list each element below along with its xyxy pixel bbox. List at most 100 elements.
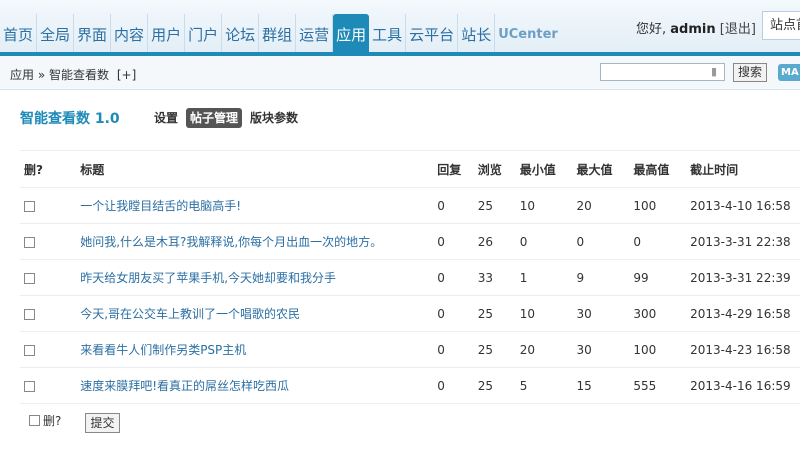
cell-views: 25: [473, 331, 516, 368]
row-delete-checkbox[interactable]: [24, 380, 35, 392]
cell-deadline: 2013-4-29 16:58: [686, 295, 800, 332]
cell-max: 20: [572, 187, 630, 224]
cell-min: 20: [515, 331, 573, 368]
post-title-link[interactable]: 昨天给女朋友买了苹果手机,今天她却要和我分手: [80, 271, 336, 285]
nav-item-7[interactable]: 群组: [259, 14, 297, 52]
cell-max: 30: [572, 331, 630, 368]
nav-item-9[interactable]: 应用: [333, 14, 370, 52]
cell-deadline: 2013-4-16 16:59: [686, 367, 800, 404]
post-title-link[interactable]: 来看看牛人们制作另类PSP主机: [80, 343, 246, 357]
row-delete-checkbox[interactable]: [24, 272, 35, 284]
breadcrumb-root[interactable]: 应用: [10, 68, 34, 82]
tab-0[interactable]: 设置: [150, 108, 182, 128]
row-delete-checkbox[interactable]: [24, 344, 35, 356]
nav-item-11[interactable]: 云平台: [406, 14, 459, 52]
cell-peak: 300: [629, 295, 687, 332]
column-header: 截止时间: [686, 150, 800, 188]
nav-item-12[interactable]: 站长: [458, 14, 496, 52]
cell-peak: 99: [629, 259, 687, 296]
nav-item-5[interactable]: 门户: [185, 14, 223, 52]
cell-peak: 0: [629, 223, 687, 260]
cell-replies: 0: [433, 331, 474, 368]
username: admin: [670, 22, 716, 37]
map-button[interactable]: MA: [778, 64, 800, 81]
row-select-cell: [20, 367, 77, 404]
title-cell: 她问我,什么是木耳?我解释说,你每个月出血一次的地方。: [76, 223, 434, 260]
cell-views: 25: [473, 187, 516, 224]
row-delete-checkbox[interactable]: [24, 236, 35, 248]
table-row: 速度来膜拜吧!看真正的屌丝怎样吃西瓜 0 25 5 15 555 2013-4-16 16:…: [20, 367, 800, 404]
cell-peak: 100: [629, 187, 687, 224]
table-row: 来看看牛人们制作另类PSP主机 0 25 20 30 100 2013-4-23 16:58: [20, 331, 800, 368]
nav-item-2[interactable]: 界面: [74, 14, 112, 52]
cell-min: 10: [515, 187, 573, 224]
cell-views: 26: [473, 223, 516, 260]
nav-item-0[interactable]: 首页: [0, 14, 38, 52]
cell-max: 0: [572, 223, 630, 260]
nav-item-1[interactable]: 全局: [37, 14, 75, 52]
cell-min: 5: [515, 367, 573, 404]
post-title-link[interactable]: 她问我,什么是木耳?我解释说,你每个月出血一次的地方。: [80, 235, 382, 249]
search-button[interactable]: 搜索: [733, 63, 767, 82]
submit-button[interactable]: 提交: [85, 413, 120, 433]
search-input[interactable]: ▮: [600, 63, 725, 81]
table-header-row: 删? 标题 回复 浏览 最小值 最大值 最高值 截止时间: [20, 150, 800, 188]
posts-table: 删? 标题 回复 浏览 最小值 最大值 最高值 截止时间 一个让我瞠目结舌的电脑高手! 0 25 1…: [20, 150, 800, 404]
table-footer: 删?: [29, 412, 61, 429]
breadcrumb-current: 智能查看数: [49, 68, 110, 82]
nav-item-10[interactable]: 工具: [369, 14, 407, 52]
cell-replies: 0: [433, 367, 474, 404]
row-delete-checkbox[interactable]: [24, 308, 35, 320]
nav-item-3[interactable]: 内容: [111, 14, 149, 52]
row-select-cell: [20, 187, 77, 224]
greeting-text: 您好,: [636, 22, 667, 37]
cell-min: 0: [515, 223, 573, 260]
main-nav: 首页 全局 界面 内容 用户 门户 论坛 群组 运营 应用 工具 云平台 站长 UCenter: [0, 14, 561, 52]
post-title-link[interactable]: 速度来膜拜吧!看真正的屌丝怎样吃西瓜: [80, 379, 289, 393]
cell-peak: 555: [629, 367, 687, 404]
tab-1[interactable]: 帖子管理: [186, 108, 243, 128]
breadcrumb-separator: »: [37, 68, 46, 82]
cell-views: 25: [473, 295, 516, 332]
row-select-cell: [20, 331, 77, 368]
cell-max: 9: [572, 259, 630, 296]
select-all-checkbox[interactable]: [29, 415, 40, 426]
table-row: 今天,哥在公交车上教训了一个唱歌的农民 0 25 10 30 300 2013-4-29 1…: [20, 295, 800, 332]
row-delete-checkbox[interactable]: [24, 200, 35, 212]
cell-replies: 0: [433, 223, 474, 260]
cell-min: 10: [515, 295, 573, 332]
cell-replies: 0: [433, 187, 474, 224]
row-select-cell: [20, 295, 77, 332]
page-title: 智能查看数 1.0: [20, 111, 120, 127]
user-info: 您好, admin [退出]: [636, 18, 756, 37]
column-header: 回复: [433, 150, 474, 188]
cell-replies: 0: [433, 259, 474, 296]
title-cell: 一个让我瞠目结舌的电脑高手!: [76, 187, 434, 224]
column-header: 浏览: [473, 150, 516, 188]
nav-item-4[interactable]: 用户: [148, 14, 186, 52]
cell-deadline: 2013-4-10 16:58: [686, 187, 800, 224]
nav-item-6[interactable]: 论坛: [222, 14, 260, 52]
table-row: 昨天给女朋友买了苹果手机,今天她却要和我分手 0 33 1 9 99 2013-3-31 2…: [20, 259, 800, 296]
table-row: 她问我,什么是木耳?我解释说,你每个月出血一次的地方。 0 26 0 0 0 2013-3-…: [20, 223, 800, 260]
table-row: 一个让我瞠目结舌的电脑高手! 0 25 10 20 100 2013-4-10 16:58: [20, 187, 800, 224]
nav-item-13[interactable]: UCenter: [495, 14, 561, 52]
row-select-cell: [20, 223, 77, 260]
nav-item-8[interactable]: 运营: [296, 14, 334, 52]
add-shortcut-button[interactable]: [+]: [117, 68, 136, 82]
breadcrumb: 应用 » 智能查看数 [+]: [10, 66, 136, 83]
column-header: 最高值: [629, 150, 687, 188]
logout-link[interactable]: [退出]: [720, 22, 756, 37]
microphone-icon[interactable]: ▮: [711, 65, 719, 79]
site-home-link[interactable]: 站点首: [762, 11, 800, 40]
select-all-label: 删?: [43, 414, 62, 428]
cell-deadline: 2013-4-23 16:58: [686, 331, 800, 368]
cell-deadline: 2013-3-31 22:39: [686, 259, 800, 296]
cell-views: 33: [473, 259, 516, 296]
top-navigation-bar: 首页 全局 界面 内容 用户 门户 论坛 群组 运营 应用 工具 云平台 站长 UCenter 您好, a…: [0, 0, 800, 56]
page-tabs: 设置 帖子管理 版块参数: [150, 108, 302, 128]
tab-2[interactable]: 版块参数: [246, 108, 302, 128]
row-select-cell: [20, 259, 77, 296]
post-title-link[interactable]: 一个让我瞠目结舌的电脑高手!: [80, 199, 241, 213]
post-title-link[interactable]: 今天,哥在公交车上教训了一个唱歌的农民: [80, 307, 300, 321]
